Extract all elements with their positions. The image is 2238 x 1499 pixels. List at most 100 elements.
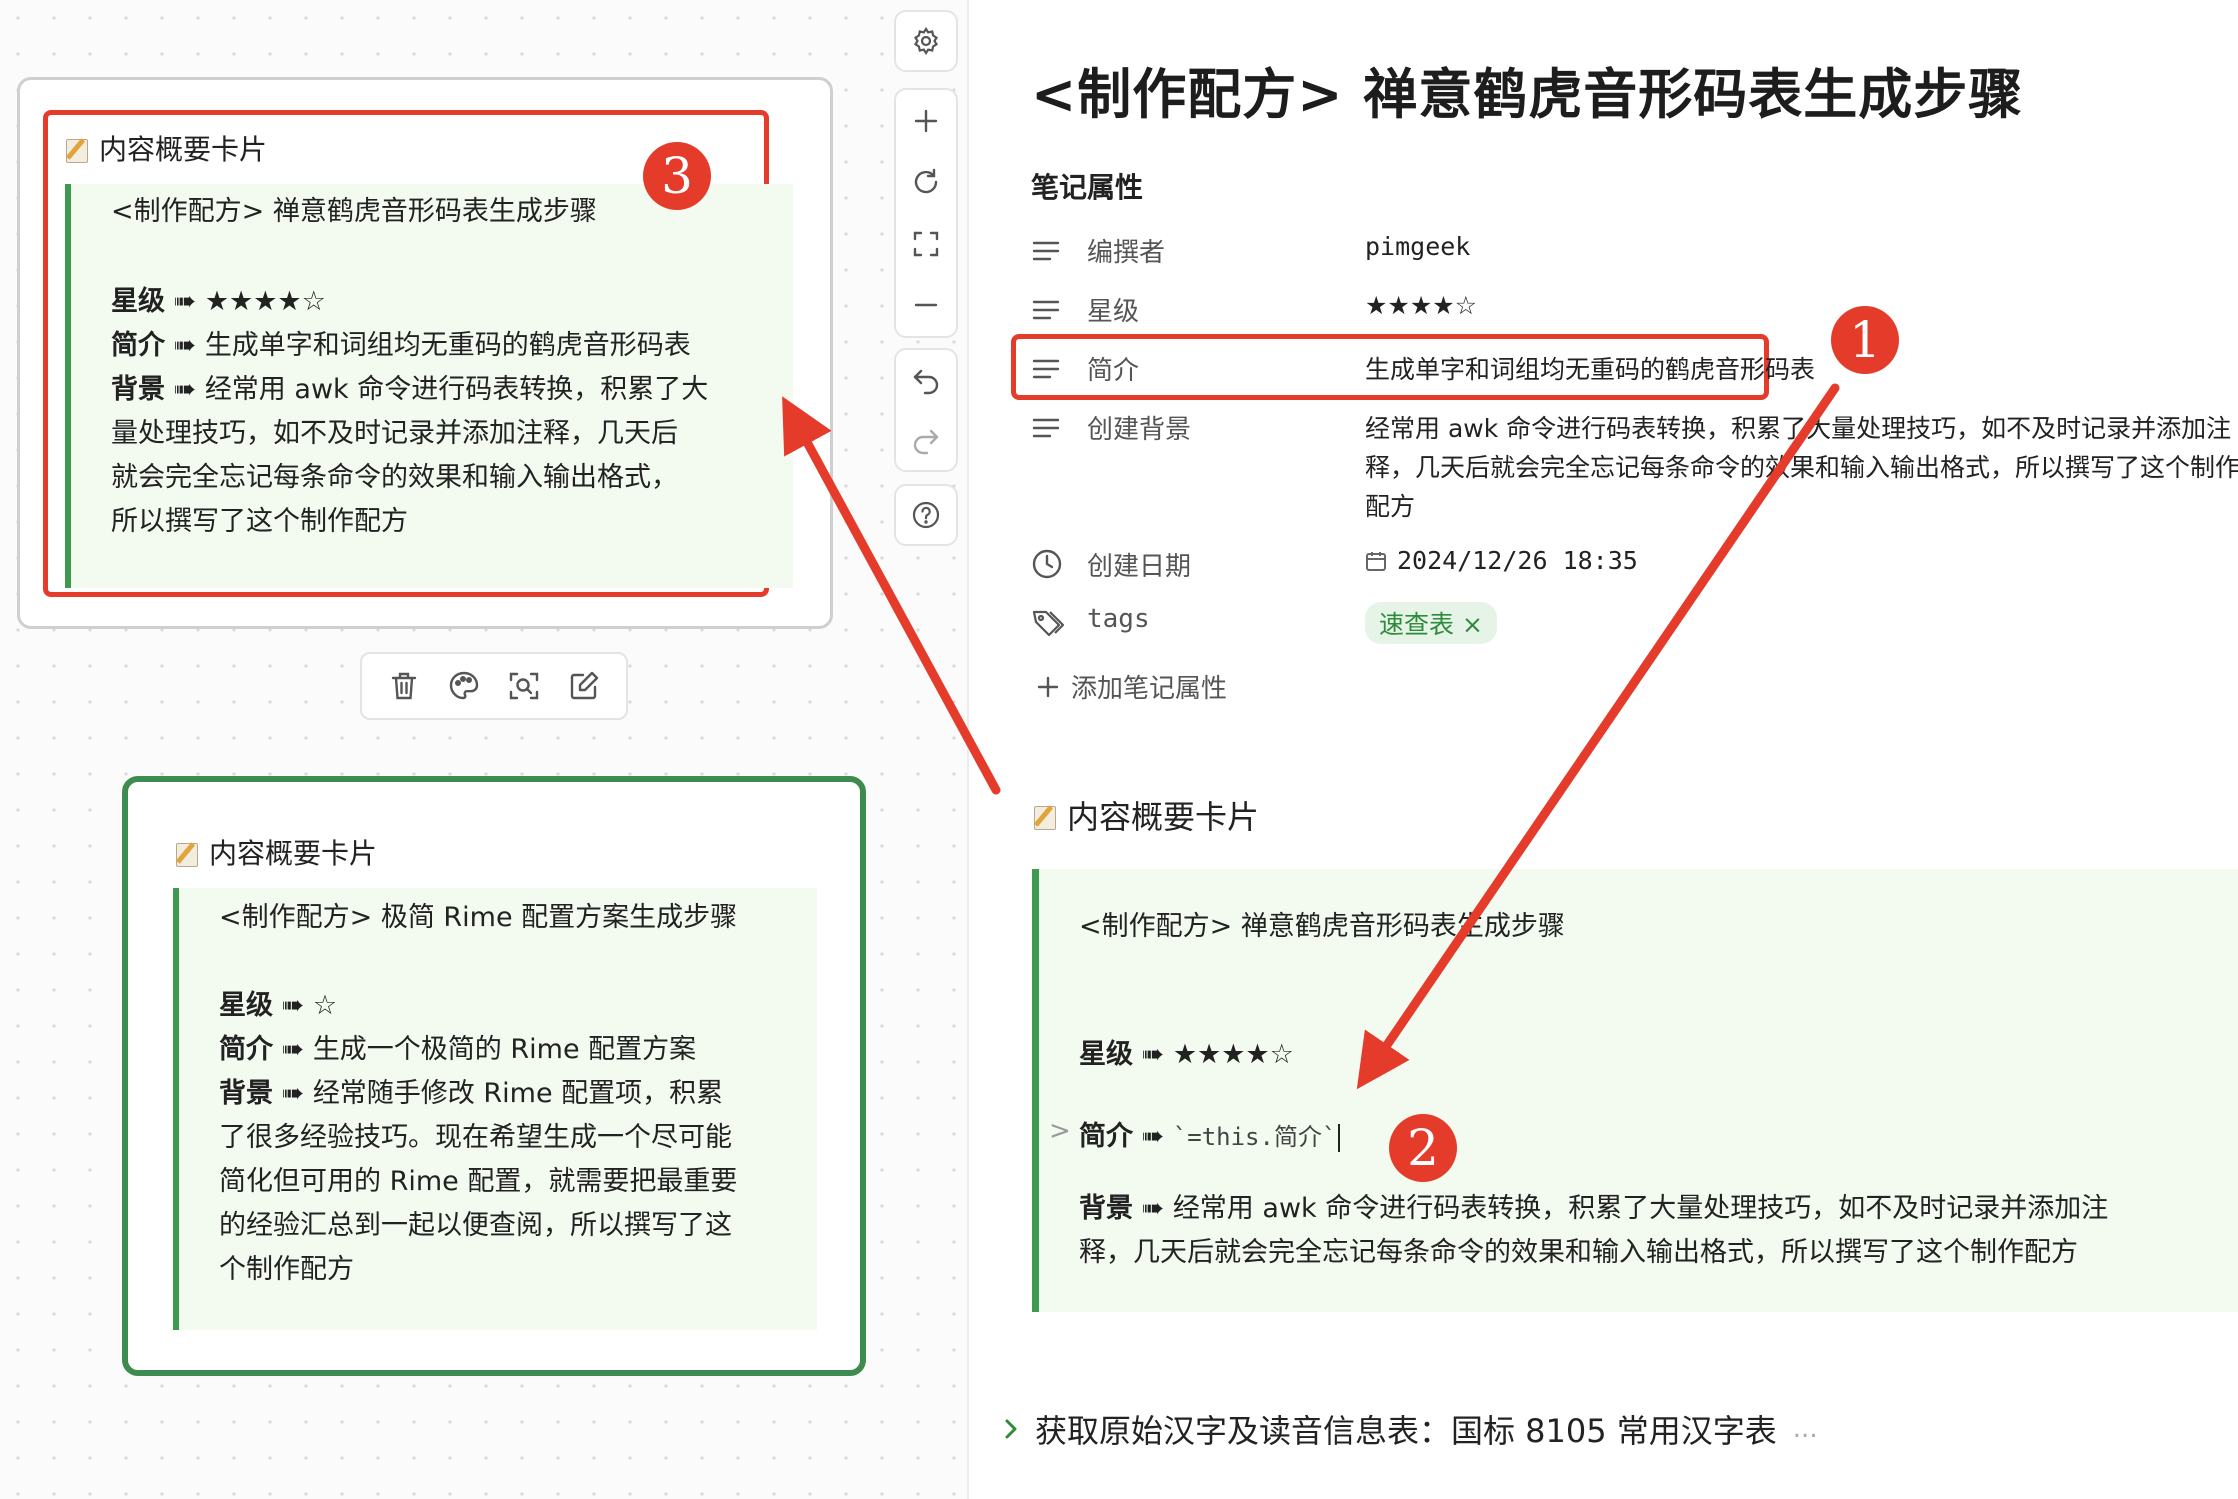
trash-icon[interactable] — [384, 666, 424, 706]
summary-callout[interactable]: <制作配方> 禅意鹤虎音形码表生成步骤 星级 ➠ ★★★★☆ > 简介 ➠ `=… — [1032, 869, 2238, 1312]
settings-icon[interactable] — [896, 12, 956, 70]
bg-text: 个制作配方 — [219, 1254, 354, 1285]
card-heading-text: 内容概要卡片 — [99, 133, 268, 166]
intro-label: 简介 — [111, 330, 165, 361]
rating-stars: ★★★★☆ — [204, 286, 326, 317]
bg-text: 了很多经验技巧。现在希望生成一个尽可能 — [219, 1122, 732, 1153]
property-key: 编撰者 — [1087, 238, 1166, 268]
undo-icon[interactable] — [896, 350, 956, 410]
intro-value: 生成单字和词组均无重码的鹤虎音形码表 — [204, 330, 691, 361]
zoom-to-fit-icon[interactable] — [504, 666, 544, 706]
arrow-glyph: ➠ — [1141, 1039, 1165, 1070]
add-property-label: 添加笔记属性 — [1071, 674, 1228, 704]
property-value-line[interactable]: 经常用 awk 命令进行码表转换，积累了大量处理技巧，如不及时记录并添加注 — [1365, 409, 2231, 445]
collapsed-heading[interactable]: 获取原始汉字及读音信息表：国标 8105 常用汉字表 ... — [1003, 1406, 1818, 1452]
callout-title-line: <制作配方> 禅意鹤虎音形码表生成步骤 — [1079, 911, 1565, 942]
bg-text: 量处理技巧，如不及时记录并添加注释，几天后 — [111, 418, 678, 449]
memo-icon — [175, 839, 199, 867]
memo-icon — [1033, 802, 1057, 830]
intro-value: 生成一个极简的 Rime 配置方案 — [312, 1034, 697, 1065]
property-value[interactable]: pimgeek — [1365, 232, 1470, 261]
summary-card-rime[interactable]: 内容概要卡片 <制作配方> 极简 Rime 配置方案生成步骤 星级 ➠ ☆ 简介… — [122, 776, 866, 1376]
card-heading: 内容概要卡片 — [175, 832, 377, 872]
bg-line: 背景 ➠ 经常随手修改 Rime 配置项，积累 — [219, 1072, 723, 1116]
property-value-tags: 速查表 × — [1365, 602, 1497, 644]
bg-text: 简化但可用的 Rime 配置，就需要把最重要 — [219, 1166, 738, 1197]
rating-label: 星级 — [1079, 1039, 1133, 1070]
bg-text: 的经验汇总到一起以便查阅，所以撰写了这 — [219, 1210, 732, 1241]
card-callout: <制作配方> 禅意鹤虎音形码表生成步骤 星级 ➠ ★★★★☆ 简介 ➠ 生成单字… — [65, 184, 793, 588]
note-title: <制作配方> 禅意鹤虎音形码表生成步骤 — [1031, 63, 2024, 126]
ellipsis-indicator[interactable]: ... — [1793, 1414, 1818, 1444]
bg-text: 经常用 awk 命令进行码表转换，积累了大 — [204, 374, 709, 405]
help-icon[interactable] — [896, 486, 956, 544]
collapsed-heading-text: 获取原始汉字及读音信息表：国标 8105 常用汉字表 — [1035, 1412, 1777, 1450]
property-key: 星级 — [1087, 297, 1140, 327]
property-value-line[interactable]: 释，几天后就会完全忘记每条命令的效果和输入输出格式，所以撰写了这个制作 — [1365, 448, 2238, 484]
annotation-3: 3 — [643, 142, 711, 210]
property-key: 创建背景 — [1087, 415, 1192, 445]
zoom-in-icon[interactable] — [896, 90, 956, 152]
tags-icon — [1032, 610, 1065, 637]
property-row-created[interactable]: 创建日期 2024/12/26 18:35 — [1031, 546, 2211, 586]
rating-stars: ★★★★☆ — [1172, 1039, 1294, 1070]
palette-icon[interactable] — [444, 666, 484, 706]
property-row-author[interactable]: 编撰者 pimgeek — [1031, 232, 2211, 272]
calendar-icon — [1366, 551, 1386, 571]
canvas-help-toolbar — [894, 484, 958, 546]
fullscreen-icon[interactable] — [896, 213, 956, 275]
card-heading-text: 内容概要卡片 — [209, 837, 378, 870]
bg-text: 经常随手修改 Rime 配置项，积累 — [312, 1078, 724, 1109]
bg-text: 经常用 awk 命令进行码表转换，积累了大量处理技巧，如不及时记录并添加注 — [1172, 1193, 2109, 1224]
rating-line: 星级 ➠ ☆ — [219, 984, 337, 1028]
arrow-glyph: ➠ — [173, 374, 197, 405]
tag-remove-icon[interactable]: × — [1462, 610, 1483, 639]
property-value-date[interactable]: 2024/12/26 18:35 — [1365, 546, 1638, 575]
card-action-toolbar — [360, 652, 628, 720]
chevron-right-icon[interactable] — [1003, 1417, 1019, 1441]
arrow-glyph: ➠ — [1141, 1121, 1165, 1152]
add-property-button[interactable]: 添加笔记属性 — [1037, 668, 1227, 705]
bg-text: 所以撰写了这个制作配方 — [111, 506, 408, 537]
property-row-rating[interactable]: 星级 ★★★★☆ — [1031, 291, 2211, 331]
bg-label: 背景 — [219, 1078, 273, 1109]
rating-stars: ☆ — [312, 990, 338, 1021]
summary-card-selected[interactable]: 内容概要卡片 <制作配方> 禅意鹤虎音形码表生成步骤 星级 ➠ ★★★★☆ 简介… — [17, 77, 833, 629]
tag-pill[interactable]: 速查表 × — [1365, 602, 1497, 644]
bg-label: 背景 — [1079, 1193, 1133, 1224]
annotation-1: 1 — [1831, 306, 1899, 374]
property-value-line[interactable]: 配方 — [1365, 487, 1415, 523]
property-value[interactable]: 生成单字和词组均无重码的鹤虎音形码表 — [1365, 350, 1815, 386]
arrow-glyph: ➠ — [173, 286, 197, 317]
arrow-glyph: ➠ — [281, 990, 305, 1021]
arrow-glyph: ➠ — [173, 330, 197, 361]
property-row-tags[interactable]: tags 速查表 × — [1031, 602, 2211, 646]
bg-text: 就会完全忘记每条命令的效果和输入输出格式， — [111, 462, 678, 493]
card-callout: <制作配方> 极简 Rime 配置方案生成步骤 星级 ➠ ☆ 简介 ➠ 生成一个… — [173, 888, 817, 1330]
rating-label: 星级 — [111, 286, 165, 317]
inline-code-editing[interactable]: `=this.简介` — [1173, 1123, 1337, 1151]
canvas-history-toolbar — [894, 348, 958, 472]
intro-label: 简介 — [219, 1034, 273, 1065]
reset-icon[interactable] — [896, 152, 956, 214]
edit-icon[interactable] — [564, 666, 604, 706]
arrow-glyph: ➠ — [281, 1078, 305, 1109]
date-value: 2024/12/26 18:35 — [1397, 546, 1638, 575]
memo-icon — [65, 135, 89, 163]
property-value[interactable]: ★★★★☆ — [1365, 291, 1477, 320]
fold-marker[interactable]: > — [1049, 1116, 1071, 1146]
bg-text: 释，几天后就会完全忘记每条命令的效果和输入输出格式，所以撰写了这个制作配方 — [1079, 1237, 2078, 1268]
canvas-view[interactable]: 内容概要卡片 <制作配方> 禅意鹤虎音形码表生成步骤 星级 ➠ ★★★★☆ 简介… — [0, 0, 969, 1499]
text-property-icon — [1032, 418, 1060, 438]
intro-label: 简介 — [1079, 1121, 1133, 1152]
redo-icon[interactable] — [896, 410, 956, 470]
zoom-out-icon[interactable] — [896, 275, 956, 337]
property-row-intro[interactable]: 简介 生成单字和词组均无重码的鹤虎音形码表 — [1031, 350, 2211, 390]
plus-icon — [1037, 676, 1059, 697]
properties-heading: 笔记属性 — [1031, 171, 1144, 204]
intro-line: 简介 ➠ `=this.简介` — [1079, 1115, 1341, 1159]
tag-label: 速查表 — [1379, 610, 1455, 639]
property-row-background[interactable]: 创建背景 经常用 awk 命令进行码表转换，积累了大量处理技巧，如不及时记录并添… — [1031, 409, 2238, 529]
text-cursor — [1338, 1123, 1341, 1152]
rating-line: 星级 ➠ ★★★★☆ — [1079, 1033, 1294, 1077]
